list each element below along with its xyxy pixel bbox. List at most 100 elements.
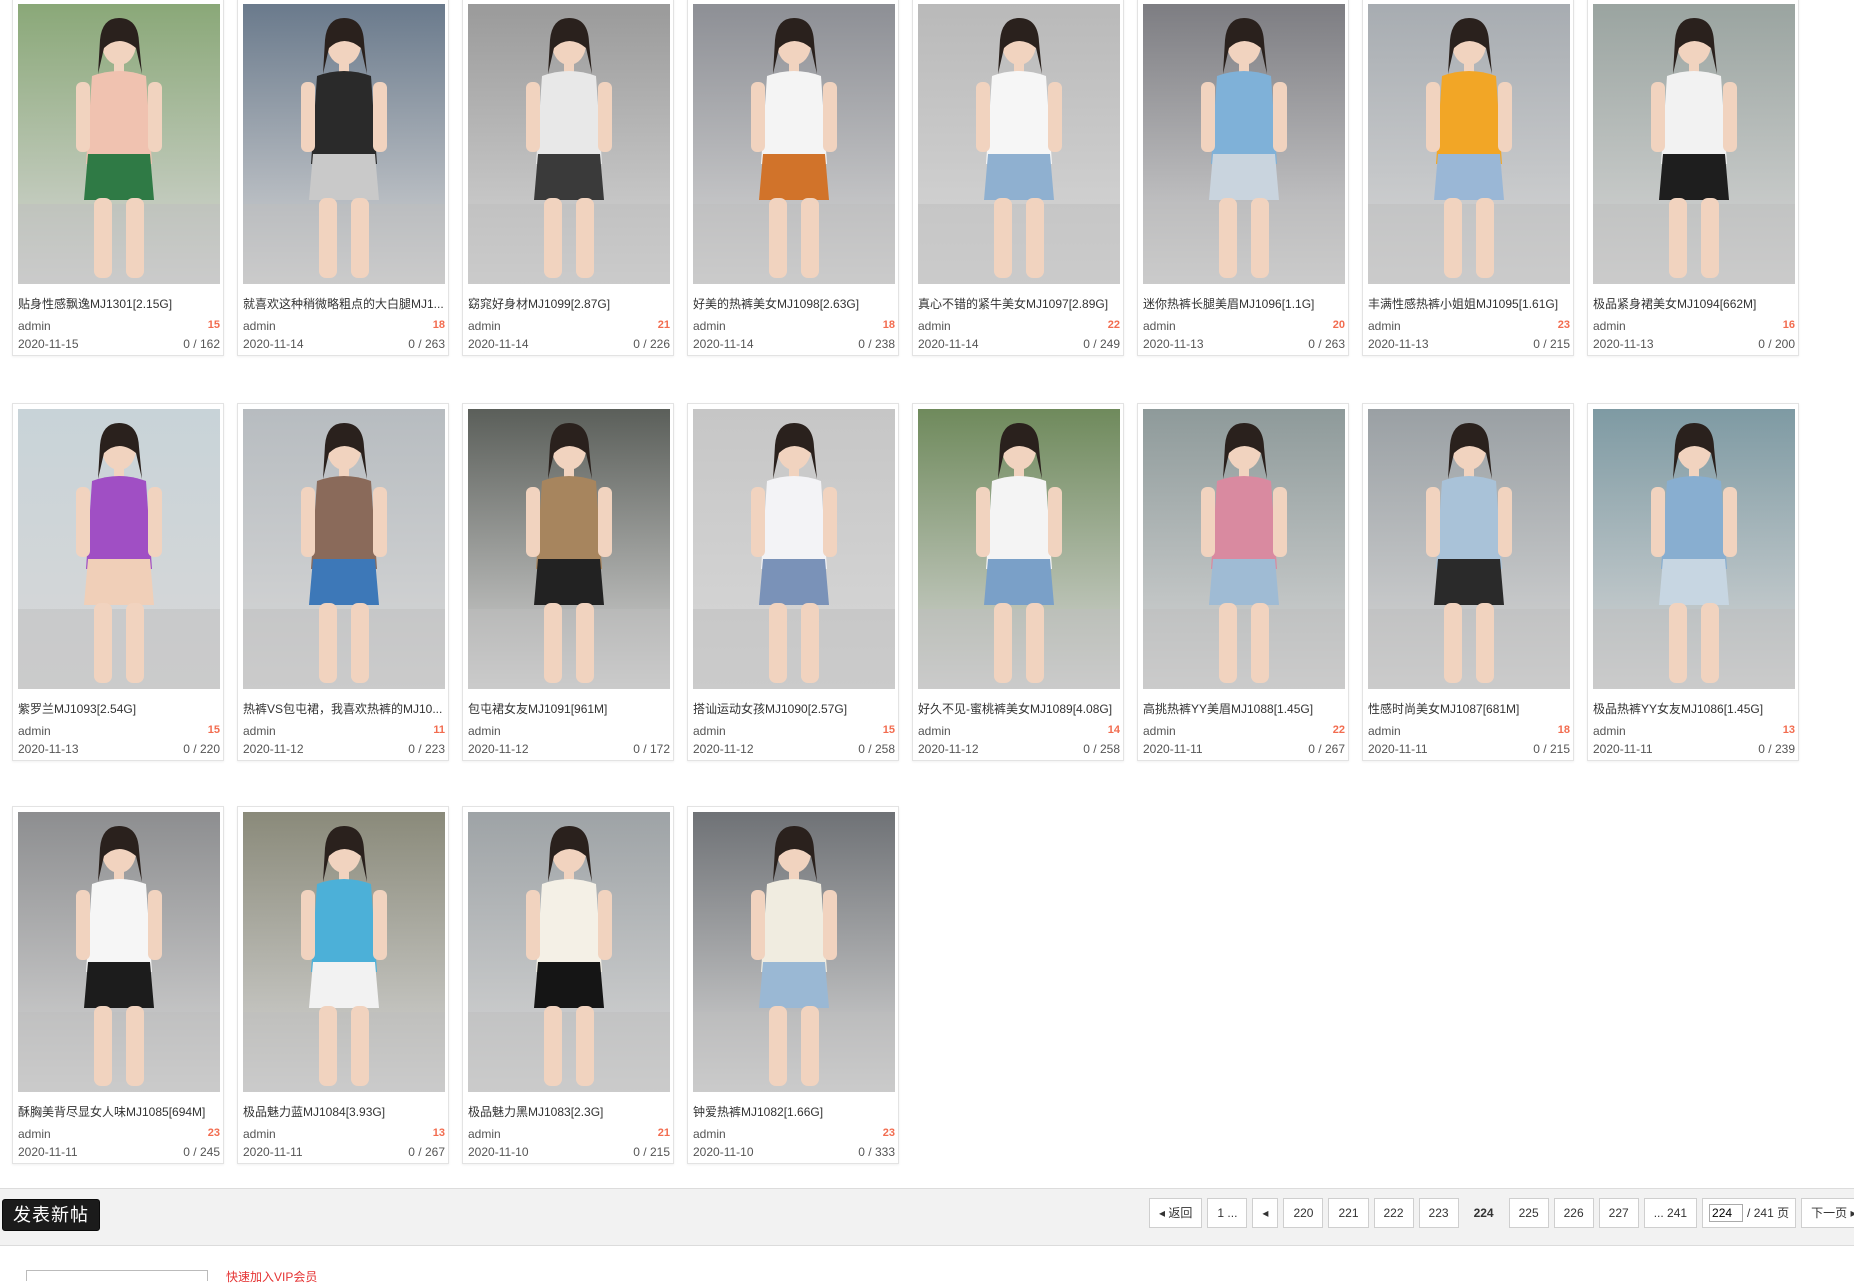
thread-thumbnail[interactable] bbox=[1368, 4, 1570, 284]
thread-author[interactable]: admin bbox=[1143, 724, 1176, 738]
thread-thumbnail[interactable] bbox=[693, 812, 895, 1092]
thread-card[interactable]: 窈窕好身材MJ1099[2.87G] admin 21 2020-11-14 0 / 2… bbox=[462, 0, 674, 356]
thread-card[interactable]: 紫罗兰MJ1093[2.54G] admin 15 2020-11-13 0 / 220 bbox=[12, 403, 224, 761]
thread-title[interactable]: 好美的热裤美女MJ1098[2.63G] bbox=[693, 295, 895, 312]
thread-date: 2020-11-11 bbox=[1368, 742, 1428, 756]
thread-meta-author: admin 23 bbox=[1368, 319, 1570, 333]
thread-card[interactable]: 贴身性感飘逸MJ1301[2.15G] admin 15 2020-11-15 0 / … bbox=[12, 0, 224, 356]
thread-card[interactable]: 包屯裙女友MJ1091[961M] admin 2020-11-12 0 / 172 bbox=[462, 403, 674, 761]
thread-title[interactable]: 钟爱热裤MJ1082[1.66G] bbox=[693, 1103, 895, 1120]
thread-thumbnail[interactable] bbox=[1593, 409, 1795, 689]
thread-author[interactable]: admin bbox=[243, 1127, 276, 1141]
thread-card[interactable]: 极品魅力蓝MJ1084[3.93G] admin 13 2020-11-11 0 / 2… bbox=[237, 806, 449, 1164]
thread-title[interactable]: 高挑热裤YY美眉MJ1088[1.45G] bbox=[1143, 700, 1345, 717]
thread-author[interactable]: admin bbox=[693, 1127, 726, 1141]
thread-thumbnail[interactable] bbox=[1143, 4, 1345, 284]
thread-author[interactable]: admin bbox=[693, 724, 726, 738]
thread-thumbnail[interactable] bbox=[468, 4, 670, 284]
thread-author[interactable]: admin bbox=[468, 724, 501, 738]
thread-card[interactable]: 真心不错的紧牛美女MJ1097[2.89G] admin 22 2020-11-14 0… bbox=[912, 0, 1124, 356]
thread-thumbnail[interactable] bbox=[1368, 409, 1570, 689]
thread-title[interactable]: 就喜欢这种稍微略粗点的大白腿MJ1... bbox=[243, 295, 445, 312]
thread-card[interactable]: 丰满性感热裤小姐姐MJ1095[1.61G] admin 23 2020-11-13 0… bbox=[1362, 0, 1574, 356]
thread-title[interactable]: 丰满性感热裤小姐姐MJ1095[1.61G] bbox=[1368, 295, 1570, 312]
thread-thumbnail[interactable] bbox=[1593, 4, 1795, 284]
thread-title[interactable]: 包屯裙女友MJ1091[961M] bbox=[468, 700, 670, 717]
thread-author[interactable]: admin bbox=[1593, 319, 1626, 333]
thread-card[interactable]: 高挑热裤YY美眉MJ1088[1.45G] admin 22 2020-11-11 0 … bbox=[1137, 403, 1349, 761]
thread-author[interactable]: admin bbox=[18, 1127, 51, 1141]
thread-card[interactable]: 好久不见-蜜桃裤美女MJ1089[4.08G] admin 14 2020-11-12… bbox=[912, 403, 1124, 761]
page-link[interactable]: 227 bbox=[1598, 1198, 1639, 1228]
thread-thumbnail[interactable] bbox=[693, 409, 895, 689]
thread-thumbnail[interactable] bbox=[468, 812, 670, 1092]
thread-card[interactable]: 好美的热裤美女MJ1098[2.63G] admin 18 2020-11-14 0 /… bbox=[687, 0, 899, 356]
thread-title[interactable]: 好久不见-蜜桃裤美女MJ1089[4.08G] bbox=[918, 700, 1120, 717]
thread-author[interactable]: admin bbox=[18, 724, 51, 738]
thread-thumbnail[interactable] bbox=[18, 409, 220, 689]
thread-card[interactable]: 热裤VS包屯裙，我喜欢热裤的MJ10... admin 11 2020-11-12 0 … bbox=[237, 403, 449, 761]
thread-thumbnail[interactable] bbox=[243, 4, 445, 284]
thread-title[interactable]: 酥胸美背尽显女人味MJ1085[694M] bbox=[18, 1103, 220, 1120]
thread-title[interactable]: 真心不错的紧牛美女MJ1097[2.89G] bbox=[918, 295, 1120, 312]
thread-meta-date: 2020-11-13 0 / 200 bbox=[1593, 337, 1795, 351]
thread-card[interactable]: 极品魅力黑MJ1083[2.3G] admin 21 2020-11-10 0 / 21… bbox=[462, 806, 674, 1164]
thread-thumbnail[interactable] bbox=[243, 409, 445, 689]
page-link[interactable]: 222 bbox=[1373, 1198, 1414, 1228]
thread-author[interactable]: admin bbox=[918, 724, 951, 738]
thread-author[interactable]: admin bbox=[1143, 319, 1176, 333]
thread-card[interactable]: 搭讪运动女孩MJ1090[2.57G] admin 15 2020-11-12 0 / … bbox=[687, 403, 899, 761]
new-post-button[interactable]: 发表新帖 bbox=[2, 1199, 100, 1231]
thread-thumbnail[interactable] bbox=[918, 4, 1120, 284]
thread-title[interactable]: 窈窕好身材MJ1099[2.87G] bbox=[468, 295, 670, 312]
thread-thumbnail[interactable] bbox=[1143, 409, 1345, 689]
prev-page-button[interactable]: ◂ bbox=[1252, 1198, 1279, 1228]
thread-meta-author: admin 13 bbox=[1593, 724, 1795, 738]
thread-thumbnail[interactable] bbox=[693, 4, 895, 284]
thread-author[interactable]: admin bbox=[468, 319, 501, 333]
thread-title[interactable]: 迷你热裤长腿美眉MJ1096[1.1G] bbox=[1143, 295, 1345, 312]
thread-author[interactable]: admin bbox=[1368, 724, 1401, 738]
thread-card[interactable]: 钟爱热裤MJ1082[1.66G] admin 23 2020-11-10 0 / 33… bbox=[687, 806, 899, 1164]
thread-card[interactable]: 酥胸美背尽显女人味MJ1085[694M] admin 23 2020-11-11 0 … bbox=[12, 806, 224, 1164]
page-link[interactable]: 226 bbox=[1553, 1198, 1594, 1228]
thread-thumbnail[interactable] bbox=[918, 409, 1120, 689]
thread-author[interactable]: admin bbox=[18, 319, 51, 333]
thread-card[interactable]: 极品紧身裙美女MJ1094[662M] admin 16 2020-11-13 0 / … bbox=[1587, 0, 1799, 356]
next-page-button[interactable]: 下一页 ▸ bbox=[1801, 1198, 1854, 1228]
view-stats: 0 / 239 bbox=[1758, 742, 1795, 756]
page-jump-input[interactable] bbox=[1709, 1204, 1744, 1222]
thread-title[interactable]: 搭讪运动女孩MJ1090[2.57G] bbox=[693, 700, 895, 717]
thread-author[interactable]: admin bbox=[468, 1127, 501, 1141]
page-link[interactable]: 220 bbox=[1283, 1198, 1324, 1228]
thread-card[interactable]: 就喜欢这种稍微略粗点的大白腿MJ1... admin 18 2020-11-14 0 /… bbox=[237, 0, 449, 356]
thread-thumbnail[interactable] bbox=[243, 812, 445, 1092]
page-last[interactable]: ... 241 bbox=[1643, 1198, 1698, 1228]
thread-title[interactable]: 极品魅力蓝MJ1084[3.93G] bbox=[243, 1103, 445, 1120]
thread-author[interactable]: admin bbox=[918, 319, 951, 333]
thread-thumbnail[interactable] bbox=[18, 812, 220, 1092]
page-link[interactable]: 225 bbox=[1508, 1198, 1549, 1228]
page-first[interactable]: 1 ... bbox=[1207, 1198, 1248, 1228]
thread-title[interactable]: 极品紧身裙美女MJ1094[662M] bbox=[1593, 295, 1795, 312]
thread-card[interactable]: 极品热裤YY女友MJ1086[1.45G] admin 13 2020-11-11 0 … bbox=[1587, 403, 1799, 761]
thread-title[interactable]: 性感时尚美女MJ1087[681M] bbox=[1368, 700, 1570, 717]
back-button[interactable]: ◂ 返回 bbox=[1149, 1198, 1203, 1228]
page-link[interactable]: 221 bbox=[1328, 1198, 1369, 1228]
thread-author[interactable]: admin bbox=[693, 319, 726, 333]
thread-meta-author: admin bbox=[468, 724, 670, 738]
thread-card[interactable]: 迷你热裤长腿美眉MJ1096[1.1G] admin 20 2020-11-13 0 /… bbox=[1137, 0, 1349, 356]
thread-title[interactable]: 极品魅力黑MJ1083[2.3G] bbox=[468, 1103, 670, 1120]
thread-author[interactable]: admin bbox=[243, 724, 276, 738]
thread-title[interactable]: 紫罗兰MJ1093[2.54G] bbox=[18, 700, 220, 717]
thread-title[interactable]: 极品热裤YY女友MJ1086[1.45G] bbox=[1593, 700, 1795, 717]
thread-title[interactable]: 热裤VS包屯裙，我喜欢热裤的MJ10... bbox=[243, 700, 445, 717]
thread-title[interactable]: 贴身性感飘逸MJ1301[2.15G] bbox=[18, 295, 220, 312]
thread-author[interactable]: admin bbox=[1368, 319, 1401, 333]
thread-thumbnail[interactable] bbox=[468, 409, 670, 689]
page-link[interactable]: 223 bbox=[1418, 1198, 1459, 1228]
thread-card[interactable]: 性感时尚美女MJ1087[681M] admin 18 2020-11-11 0 / 2… bbox=[1362, 403, 1574, 761]
thread-thumbnail[interactable] bbox=[18, 4, 220, 284]
thread-author[interactable]: admin bbox=[243, 319, 276, 333]
thread-author[interactable]: admin bbox=[1593, 724, 1626, 738]
